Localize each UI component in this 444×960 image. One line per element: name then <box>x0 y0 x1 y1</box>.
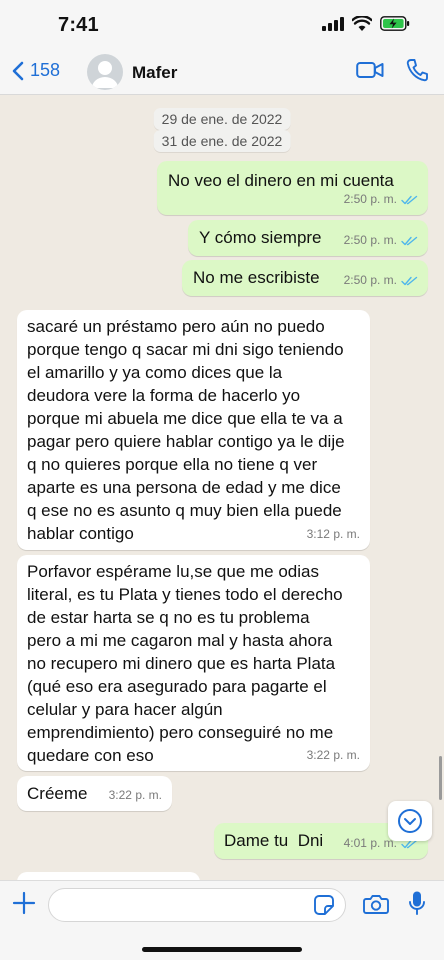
message-bubble-outgoing[interactable]: No veo el dinero en mi cuenta 2:50 p. m. <box>157 161 428 215</box>
message-bubble-outgoing[interactable]: No me escribiste 2:50 p. m. <box>182 260 428 296</box>
back-button[interactable]: 158 <box>12 60 60 81</box>
message-bubble-incoming[interactable]: Porfavor espérame lu,se que me odias lit… <box>17 555 370 771</box>
message-time: 3:22 p. m. <box>306 748 360 762</box>
message-text: sacaré un préstamo pero aún no puedo por… <box>27 315 345 545</box>
chat-header: 158 Mafer <box>0 48 444 95</box>
wifi-icon <box>352 16 372 31</box>
message-line: aparte es una persona de edad y me dice <box>27 478 341 497</box>
message-line: deudora vere la forma de hacerlo yo <box>27 386 301 405</box>
message-line: hablar contigo <box>27 524 134 543</box>
message-time: 3:22 p. m. <box>108 788 162 802</box>
sticker-icon[interactable] <box>313 894 335 916</box>
avatar[interactable] <box>87 54 123 90</box>
message-line: porque mi abuela me dice que ella te va … <box>27 409 343 428</box>
message-text: Dame tu Dni <box>224 831 324 850</box>
unread-count: 158 <box>30 60 61 80</box>
message-input-bar <box>0 880 444 960</box>
plus-icon[interactable] <box>12 891 36 915</box>
message-line: celular y para hacer algún <box>27 700 223 719</box>
date-separator: 29 de ene. de 2022 <box>153 108 291 130</box>
message-line: (qué eso era asegurado para pagarte el <box>27 677 327 696</box>
battery-charging-icon <box>380 16 410 31</box>
message-meta: 3:22 p. m. <box>307 744 360 767</box>
message-time: 2:50 p. m. <box>343 233 397 247</box>
message-text: Y cómo siempre <box>199 228 322 247</box>
status-bar: 7:41 <box>0 0 444 48</box>
message-time: 2:50 p. m. <box>343 192 397 206</box>
message-bubble-incoming[interactable]: sacaré un préstamo pero aún no puedo por… <box>17 310 370 550</box>
message-text: Créeme <box>27 784 88 803</box>
message-time: 2:50 p. m. <box>343 273 397 287</box>
message-line: literal, es tu Plata y tienes todo el de… <box>27 585 343 604</box>
message-line: Porfavor espérame lu,se que me odias <box>27 562 319 581</box>
message-bubble-incoming[interactable] <box>17 872 200 880</box>
message-line: el amarillo y ya como dices que la <box>27 363 283 382</box>
message-bubble-incoming[interactable]: Créeme 3:22 p. m. <box>17 776 172 811</box>
scroll-to-bottom-button[interactable] <box>388 801 432 841</box>
signal-icon <box>322 16 344 31</box>
status-icons <box>322 16 410 31</box>
message-text: Porfavor espérame lu,se que me odias lit… <box>27 560 343 767</box>
chat-area[interactable]: 29 de ene. de 2022 31 de ene. de 2022 No… <box>0 96 444 880</box>
message-line: pero a mi me cagaron mal y hasta ahora <box>27 631 333 650</box>
message-meta: 3:12 p. m. <box>307 523 360 546</box>
double-check-icon <box>401 195 418 204</box>
message-input[interactable] <box>48 888 346 922</box>
phone-icon[interactable] <box>406 58 428 82</box>
message-bubble-outgoing[interactable]: Y cómo siempre 2:50 p. m. <box>188 220 428 256</box>
message-line: porque tengo q sacar mi dni sigo teniend… <box>27 340 344 359</box>
message-line: pagar pero quiere hablar contigo ya le d… <box>27 432 345 451</box>
message-line: no recupero mi dinero que es harta Plata <box>27 654 336 673</box>
message-time: 3:12 p. m. <box>306 527 360 541</box>
message-line: de estar harta se q no es tu problema <box>27 608 310 627</box>
scrollbar[interactable] <box>439 756 442 800</box>
message-line: q no quieres porque ella no tiene q ver <box>27 455 318 474</box>
message-meta: 2:50 p. m. <box>344 229 418 252</box>
home-indicator <box>142 947 302 952</box>
message-line: sacaré un préstamo pero aún no puedo <box>27 317 325 336</box>
message-meta: 2:50 p. m. <box>344 188 418 211</box>
video-call-icon[interactable] <box>356 60 384 80</box>
double-check-icon <box>401 276 418 285</box>
date-separator: 31 de ene. de 2022 <box>153 130 291 152</box>
contact-name[interactable]: Mafer <box>132 63 177 83</box>
message-line: emprendimiento) pero conseguiré no me <box>27 723 334 742</box>
message-line: q ese no es asunto q muy bien ella puede <box>27 501 342 520</box>
message-meta: 2:50 p. m. <box>344 269 418 292</box>
status-time: 7:41 <box>58 14 99 36</box>
double-check-icon <box>401 236 418 245</box>
message-text: No me escribiste <box>193 268 320 287</box>
default-avatar-icon <box>92 61 118 88</box>
camera-icon[interactable] <box>363 893 389 915</box>
chevron-left-icon <box>12 61 24 80</box>
microphone-icon[interactable] <box>408 890 426 918</box>
message-line: quedare con eso <box>27 746 154 765</box>
message-meta: 3:22 p. m. <box>109 784 162 807</box>
chevron-down-circle-icon <box>398 809 422 833</box>
